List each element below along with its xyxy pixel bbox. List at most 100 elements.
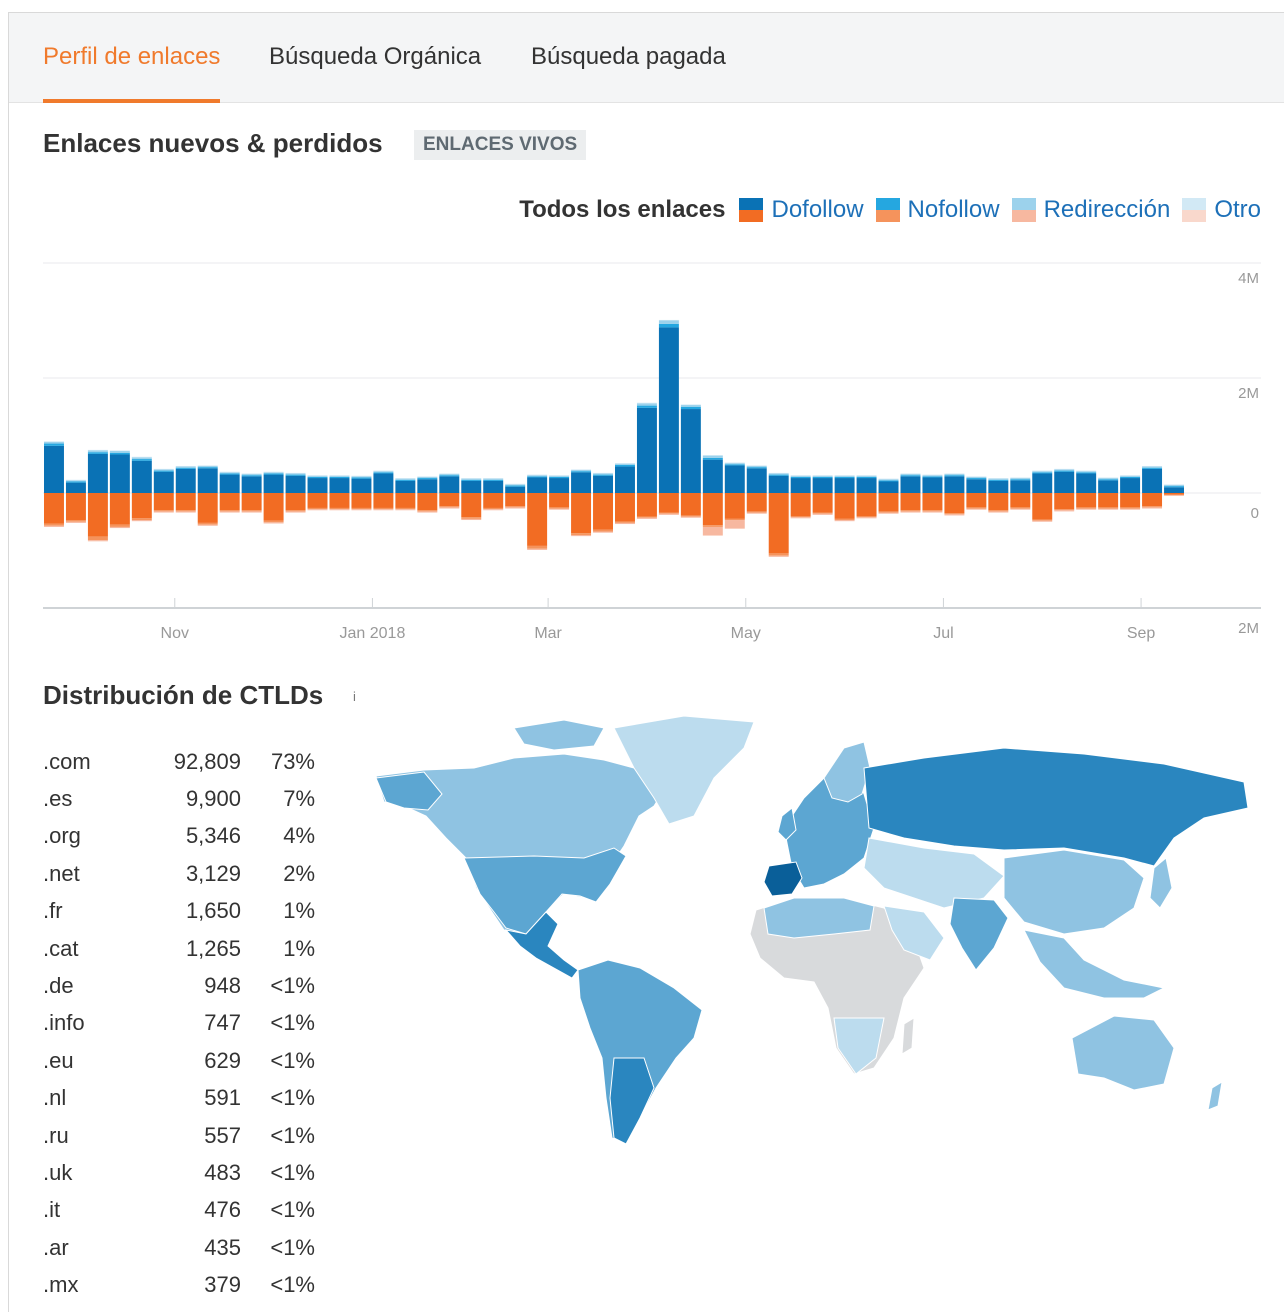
- bar-lost-dofollow[interactable]: [395, 493, 416, 508]
- bar-lost-nofollow[interactable]: [549, 507, 570, 509]
- bar-new-redirección[interactable]: [988, 478, 1009, 480]
- tab-perfil-de-enlaces[interactable]: Perfil de enlaces: [43, 43, 221, 103]
- bar-new-redirección[interactable]: [307, 475, 328, 477]
- bar-lost-dofollow[interactable]: [1010, 493, 1031, 508]
- bar-lost-dofollow[interactable]: [65, 493, 86, 521]
- bar-lost-redirección[interactable]: [1032, 520, 1053, 522]
- bar-new-redirección[interactable]: [373, 471, 394, 473]
- bar-new-otro[interactable]: [922, 474, 943, 476]
- bar-new-otro[interactable]: [44, 441, 64, 442]
- bar-lost-nofollow[interactable]: [87, 536, 108, 541]
- bar-new-otro[interactable]: [658, 319, 679, 321]
- bar-lost-dofollow[interactable]: [285, 493, 306, 511]
- bar-new-redirección[interactable]: [746, 465, 767, 468]
- bar-new-nofollow[interactable]: [65, 481, 86, 483]
- ctld-row[interactable]: .net 3,129 2%: [43, 855, 315, 892]
- bar-new-redirección[interactable]: [790, 475, 811, 477]
- bar-lost-nofollow[interactable]: [878, 511, 899, 513]
- bar-lost-redirección[interactable]: [44, 525, 64, 527]
- bar-new-nofollow[interactable]: [263, 473, 284, 475]
- bar-lost-nofollow[interactable]: [219, 510, 240, 512]
- bar-lost-redirección[interactable]: [263, 522, 284, 524]
- bar-new-nofollow[interactable]: [1076, 472, 1097, 474]
- bar-new-nofollow[interactable]: [219, 473, 240, 475]
- bar-new-nofollow[interactable]: [878, 480, 899, 482]
- bar-new-nofollow[interactable]: [724, 464, 745, 466]
- bar-new-dofollow[interactable]: [724, 465, 745, 493]
- bar-new-otro[interactable]: [724, 462, 745, 464]
- bar-lost-redirección[interactable]: [1098, 508, 1119, 510]
- bar-lost-redirección[interactable]: [1164, 495, 1184, 496]
- bar-new-otro[interactable]: [153, 468, 174, 470]
- bar-lost-nofollow[interactable]: [285, 510, 306, 512]
- bar-new-dofollow[interactable]: [1142, 468, 1163, 493]
- bar-new-dofollow[interactable]: [1010, 480, 1031, 493]
- bar-lost-redirección[interactable]: [988, 511, 1009, 513]
- bar-lost-dofollow[interactable]: [856, 493, 877, 516]
- bar-lost-redirección[interactable]: [1120, 508, 1141, 510]
- bar-new-redirección[interactable]: [966, 476, 987, 479]
- bar-new-dofollow[interactable]: [329, 478, 350, 493]
- bar-lost-dofollow[interactable]: [1098, 493, 1119, 508]
- bar-new-otro[interactable]: [241, 473, 262, 475]
- bar-lost-nofollow[interactable]: [483, 507, 504, 510]
- bar-new-otro[interactable]: [1076, 470, 1097, 472]
- bar-new-nofollow[interactable]: [505, 485, 526, 487]
- bar-new-redirección[interactable]: [87, 450, 108, 453]
- bar-lost-redirección[interactable]: [285, 511, 306, 513]
- bar-new-dofollow[interactable]: [351, 478, 372, 493]
- bar-lost-redirección[interactable]: [768, 555, 789, 557]
- bar-new-redirección[interactable]: [351, 476, 372, 478]
- bar-lost-dofollow[interactable]: [417, 493, 438, 511]
- bar-lost-redirección[interactable]: [790, 517, 811, 519]
- bar-new-dofollow[interactable]: [1164, 487, 1184, 493]
- bar-new-otro[interactable]: [878, 478, 899, 480]
- bar-new-redirección[interactable]: [1120, 475, 1141, 477]
- bar-lost-dofollow[interactable]: [900, 493, 921, 511]
- bar-new-nofollow[interactable]: [988, 479, 1009, 481]
- bar-new-redirección[interactable]: [1098, 478, 1119, 480]
- bar-new-dofollow[interactable]: [1098, 480, 1119, 493]
- bar-lost-redirección[interactable]: [461, 518, 482, 521]
- bar-lost-dofollow[interactable]: [746, 493, 767, 512]
- bar-new-nofollow[interactable]: [856, 476, 877, 479]
- bar-lost-dofollow[interactable]: [878, 493, 899, 512]
- bar-lost-dofollow[interactable]: [263, 493, 284, 521]
- bar-new-nofollow[interactable]: [329, 476, 350, 479]
- bar-lost-nofollow[interactable]: [1164, 494, 1184, 496]
- bar-lost-nofollow[interactable]: [812, 512, 833, 514]
- bar-lost-dofollow[interactable]: [131, 493, 152, 519]
- bar-lost-nofollow[interactable]: [856, 516, 877, 518]
- bar-new-redirección[interactable]: [834, 475, 855, 477]
- bar-lost-nofollow[interactable]: [241, 510, 262, 512]
- bar-new-otro[interactable]: [329, 475, 350, 476]
- bar-lost-nofollow[interactable]: [44, 523, 64, 526]
- bar-new-otro[interactable]: [680, 404, 701, 406]
- bar-new-otro[interactable]: [966, 476, 987, 477]
- bar-lost-dofollow[interactable]: [44, 493, 64, 524]
- bar-new-dofollow[interactable]: [746, 468, 767, 493]
- bar-new-redirección[interactable]: [1142, 466, 1163, 468]
- bar-new-dofollow[interactable]: [900, 476, 921, 493]
- bar-new-nofollow[interactable]: [1032, 472, 1053, 474]
- bar-lost-redirección[interactable]: [812, 513, 833, 515]
- bar-new-dofollow[interactable]: [856, 478, 877, 493]
- bar-new-otro[interactable]: [263, 471, 284, 473]
- bar-new-dofollow[interactable]: [65, 482, 86, 493]
- bar-new-dofollow[interactable]: [702, 459, 723, 493]
- bar-new-dofollow[interactable]: [834, 478, 855, 493]
- bar-new-redirección[interactable]: [768, 473, 789, 475]
- bar-lost-dofollow[interactable]: [1164, 493, 1184, 495]
- bar-new-redirección[interactable]: [285, 473, 306, 475]
- bar-new-otro[interactable]: [812, 475, 833, 476]
- bar-new-nofollow[interactable]: [768, 474, 789, 476]
- bar-lost-nofollow[interactable]: [1054, 509, 1075, 511]
- bar-new-redirección[interactable]: [109, 451, 130, 453]
- ctld-row[interactable]: .it 476 <1%: [43, 1192, 315, 1229]
- bar-new-redirección[interactable]: [1054, 469, 1075, 471]
- bar-new-otro[interactable]: [219, 471, 240, 473]
- bar-new-nofollow[interactable]: [680, 406, 701, 410]
- bar-new-redirección[interactable]: [505, 484, 526, 486]
- bar-lost-dofollow[interactable]: [307, 493, 328, 508]
- bar-lost-redirección[interactable]: [1076, 508, 1097, 510]
